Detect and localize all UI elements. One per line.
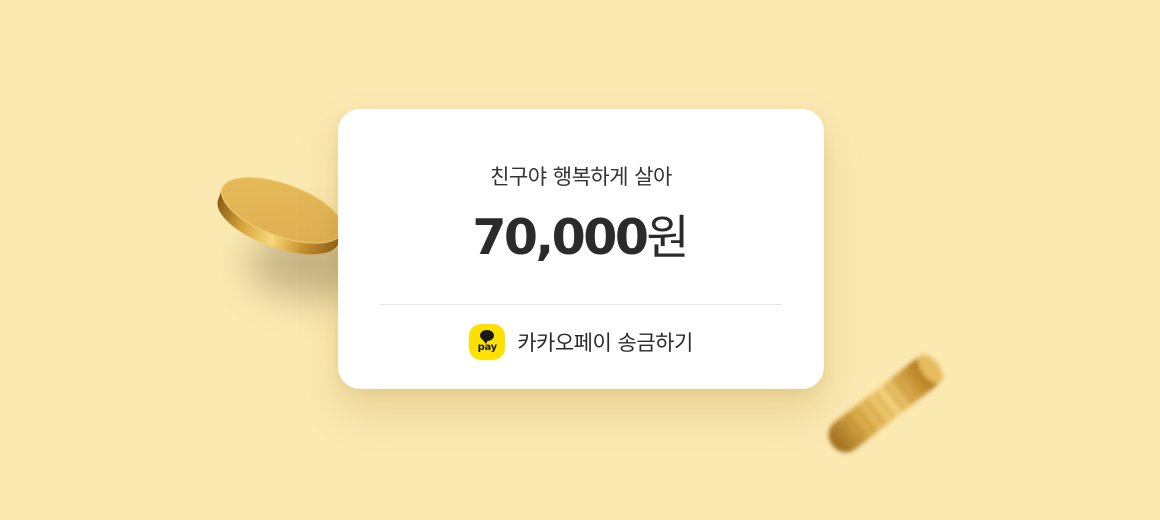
remittance-card: 친구야 행복하게 살아 70,000원 pay 카카오페이 송금하기 — [338, 109, 824, 389]
remittance-amount: 70,000원 — [338, 199, 824, 268]
amount-unit: 원 — [646, 211, 690, 266]
kakaopay-icon: pay — [469, 324, 506, 360]
gold-coin-icon — [828, 354, 943, 453]
gold-coin-icon — [217, 176, 344, 255]
gift-message: 친구야 행복하게 살아 — [490, 165, 672, 189]
kakaopay-send-button[interactable]: pay 카카오페이 송금하기 — [338, 324, 824, 360]
amount-number: 70,000 — [472, 209, 649, 266]
divider — [380, 304, 782, 305]
speech-bubble-icon — [480, 330, 495, 344]
remittance-screen: 친구야 행복하게 살아 70,000원 pay 카카오페이 송금하기 — [0, 0, 1160, 520]
kakaopay-send-label: 카카오페이 송금하기 — [517, 331, 693, 355]
pay-badge-text: pay — [477, 342, 498, 353]
